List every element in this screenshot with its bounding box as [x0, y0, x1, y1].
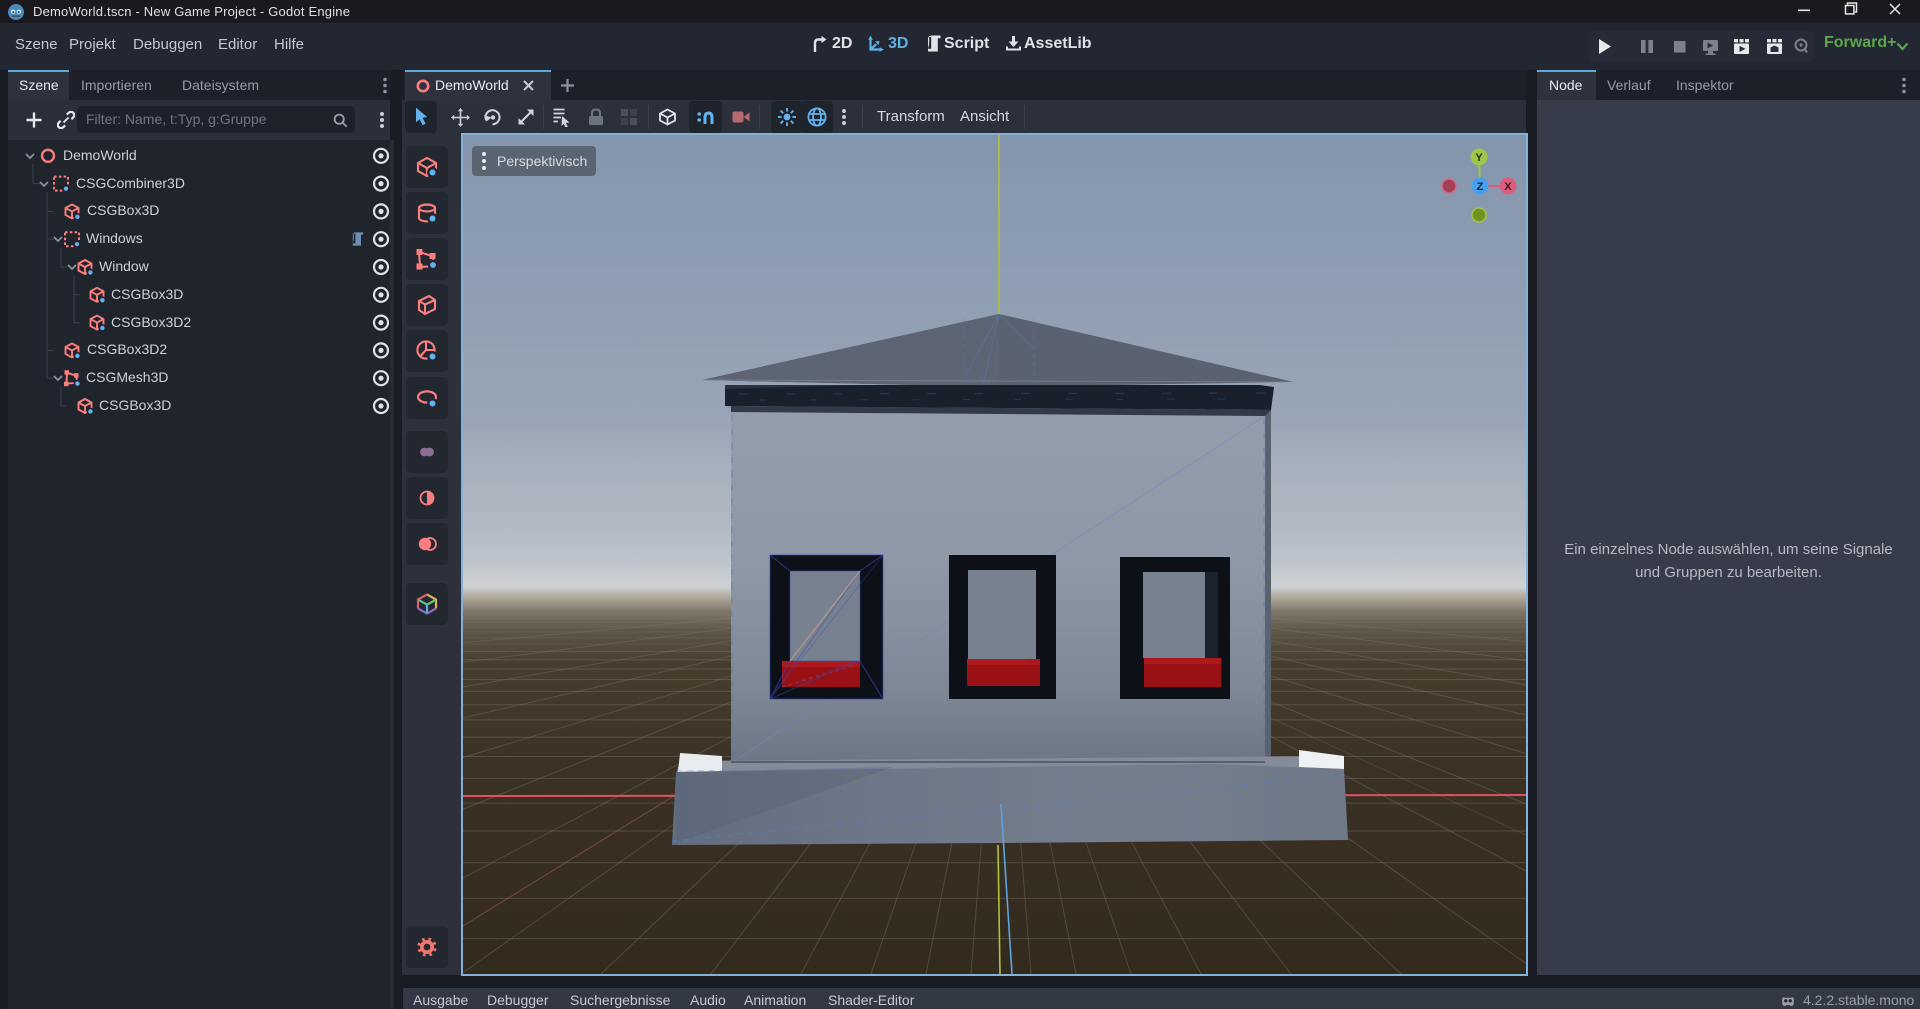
svg-text:Perspektivisch: Perspektivisch — [497, 153, 587, 169]
svg-text:Y: Y — [1475, 152, 1483, 164]
svg-text:X: X — [1504, 181, 1512, 193]
svg-text:Z: Z — [1477, 181, 1484, 193]
